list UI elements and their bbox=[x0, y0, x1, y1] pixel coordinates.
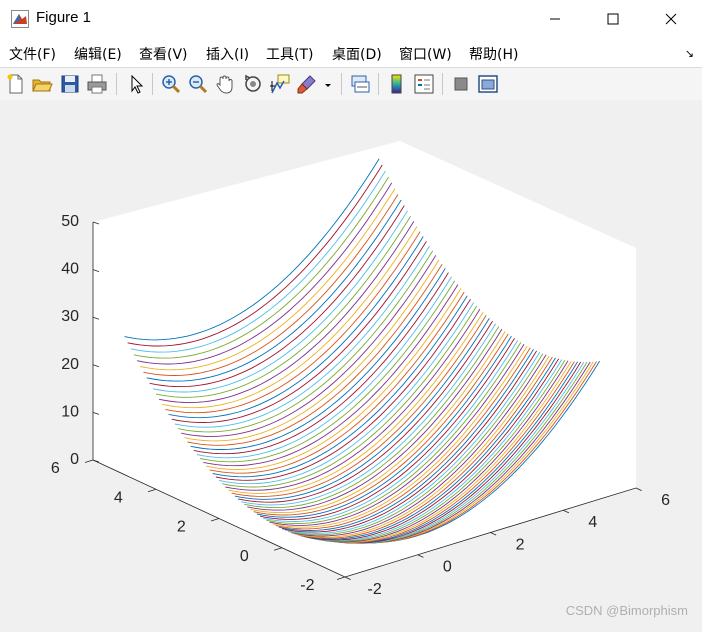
maximize-icon bbox=[607, 13, 619, 25]
window-title: Figure 1 bbox=[36, 9, 92, 26]
show-plot-tools-icon[interactable] bbox=[477, 73, 499, 95]
y-tick-mark bbox=[273, 547, 283, 551]
x-tick-label: 0 bbox=[443, 559, 452, 576]
data-cursor-icon[interactable] bbox=[269, 73, 291, 95]
zoom-in-icon[interactable] bbox=[160, 73, 182, 95]
toolbar-separator bbox=[152, 73, 153, 95]
open-file-icon[interactable] bbox=[31, 73, 53, 95]
figure-toolbar bbox=[0, 67, 702, 101]
hide-plot-tools-icon[interactable] bbox=[450, 73, 472, 95]
close-button[interactable] bbox=[642, 0, 700, 38]
close-icon bbox=[665, 13, 677, 25]
x-tick-label: 2 bbox=[516, 536, 525, 553]
print-icon[interactable] bbox=[86, 73, 108, 95]
save-icon[interactable] bbox=[59, 73, 81, 95]
brush-icon[interactable] bbox=[296, 73, 318, 95]
z-tick-label: 30 bbox=[61, 308, 79, 325]
zoom-out-icon[interactable] bbox=[187, 73, 209, 95]
dock-arrow-icon[interactable]: ↘ bbox=[685, 47, 694, 60]
new-figure-icon[interactable] bbox=[5, 73, 27, 95]
pan-hand-icon[interactable] bbox=[214, 73, 236, 95]
y-tick-label: 6 bbox=[51, 460, 60, 477]
y-tick-label: 4 bbox=[114, 489, 123, 506]
minimize-icon bbox=[550, 18, 560, 20]
toolbar-separator bbox=[378, 73, 379, 95]
menu-tools[interactable]: 工具(T) bbox=[266, 44, 313, 64]
brush-dropdown-icon[interactable] bbox=[322, 73, 334, 95]
matlab-logo-icon bbox=[11, 10, 29, 28]
maximize-button[interactable] bbox=[584, 0, 642, 38]
toolbar-separator bbox=[341, 73, 342, 95]
colorbar-icon[interactable] bbox=[386, 73, 408, 95]
z-tick-label: 20 bbox=[61, 356, 79, 373]
figure-canvas: -2 0 2 4 6 -2 0 2 4 6 0 10 20 30 40 50 bbox=[0, 100, 702, 628]
y-tick-label: 2 bbox=[177, 519, 186, 536]
y-tick-label: 0 bbox=[240, 548, 249, 565]
y-tick-mark bbox=[336, 576, 346, 580]
menu-edit[interactable]: 编辑(E) bbox=[74, 44, 122, 64]
menu-help[interactable]: 帮助(H) bbox=[469, 44, 518, 64]
minimize-button[interactable] bbox=[526, 0, 584, 38]
link-plot-icon[interactable] bbox=[349, 73, 371, 95]
rotate-3d-icon[interactable] bbox=[242, 73, 264, 95]
z-tick-label: 0 bbox=[70, 451, 79, 468]
watermark-text: CSDN @Bimorphism bbox=[565, 603, 688, 618]
menu-window[interactable]: 窗口(W) bbox=[399, 44, 452, 64]
z-tick-label: 10 bbox=[61, 403, 79, 420]
menu-view[interactable]: 查看(V) bbox=[139, 44, 188, 64]
edit-plot-arrow-icon[interactable] bbox=[125, 73, 147, 95]
x-tick-mark bbox=[344, 576, 351, 580]
x-tick-label: 6 bbox=[661, 492, 670, 509]
menu-file[interactable]: 文件(F) bbox=[9, 44, 56, 64]
x-tick-mark bbox=[417, 554, 424, 558]
x-tick-label: -2 bbox=[368, 581, 382, 598]
menu-insert[interactable]: 插入(I) bbox=[206, 44, 249, 64]
y-tick-mark bbox=[84, 459, 94, 463]
title-bar: Figure 1 bbox=[0, 0, 702, 38]
y-tick-mark bbox=[210, 518, 220, 522]
legend-icon[interactable] bbox=[413, 73, 435, 95]
z-tick-label: 50 bbox=[61, 213, 79, 230]
x-tick-mark bbox=[563, 509, 570, 514]
x-tick-label: 4 bbox=[588, 514, 597, 531]
x-tick-mark bbox=[635, 487, 642, 491]
x-tick-mark bbox=[490, 532, 497, 536]
plot-3d-axes[interactable]: -20246-2024601020304050 bbox=[0, 100, 702, 628]
toolbar-separator bbox=[442, 73, 443, 95]
y-tick-label: -2 bbox=[300, 577, 314, 594]
menu-desktop[interactable]: 桌面(D) bbox=[332, 44, 382, 64]
menu-bar: 文件(F) 编辑(E) 查看(V) 插入(I) 工具(T) 桌面(D) 窗口(W… bbox=[0, 38, 702, 67]
z-tick-label: 40 bbox=[61, 261, 79, 278]
toolbar-separator bbox=[116, 73, 117, 95]
y-tick-mark bbox=[147, 488, 157, 493]
